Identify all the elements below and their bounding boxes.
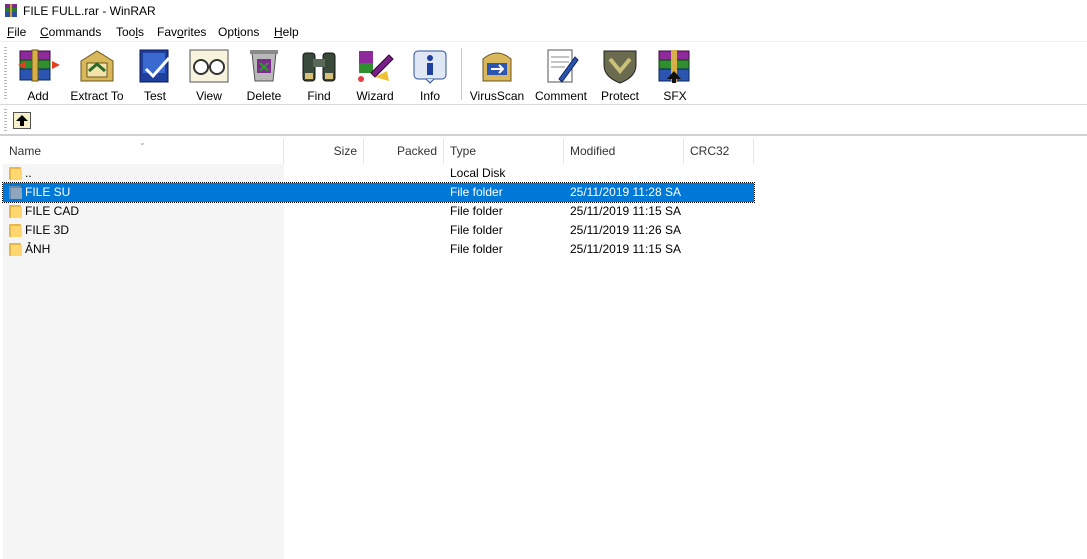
file-row-selected[interactable]: FILE SU File folder 25/11/2019 11:28 SA <box>2 182 755 203</box>
menu-favorites[interactable]: Favorites <box>156 25 207 39</box>
info-icon <box>413 50 447 84</box>
file-type: File folder <box>450 185 503 199</box>
test-label: Test <box>143 89 166 103</box>
file-name: .. <box>25 166 32 180</box>
extract-to-button[interactable]: Extract To <box>68 47 126 103</box>
add-archive-icon <box>18 49 60 82</box>
column-name[interactable]: Name <box>3 139 284 164</box>
protect-button[interactable]: Protect <box>598 47 642 103</box>
wizard-button[interactable]: Wizard <box>353 47 397 103</box>
info-button[interactable]: Info <box>408 47 452 103</box>
add-label: Add <box>27 89 49 103</box>
menu-commands[interactable]: Commands <box>39 25 102 39</box>
winrar-app-icon[interactable] <box>3 3 19 19</box>
file-modified: 25/11/2019 11:28 SA <box>570 185 681 199</box>
comment-icon <box>547 49 579 83</box>
folder-icon <box>9 204 23 218</box>
binoculars-icon <box>302 52 336 82</box>
test-icon <box>139 49 171 83</box>
column-header: ⌄ Name Size Packed Type Modified CRC32 <box>0 138 1087 164</box>
file-type: File folder <box>450 223 503 237</box>
extract-to-label: Extract To <box>70 89 124 103</box>
file-row[interactable]: FILE 3D File folder 25/11/2019 11:26 SA <box>3 221 754 240</box>
wizard-label: Wizard <box>356 89 394 103</box>
file-row-parent[interactable]: .. Local Disk <box>3 164 754 183</box>
folder-icon <box>9 166 23 180</box>
sfx-label: SFX <box>663 89 687 103</box>
up-one-level-button[interactable] <box>13 112 31 129</box>
toolbar-separator <box>461 48 462 100</box>
toolbar: Add Extract To Test View Delete Find Wiz… <box>0 43 1087 105</box>
menu-file[interactable]: File <box>6 25 27 39</box>
column-packed[interactable]: Packed <box>364 139 444 164</box>
extract-to-icon <box>80 50 114 82</box>
file-name: FILE SU <box>25 185 71 199</box>
file-row[interactable]: ẢNH File folder 25/11/2019 11:15 SA <box>3 240 754 259</box>
column-crc32[interactable]: CRC32 <box>684 139 754 164</box>
file-type: Local Disk <box>450 166 506 180</box>
find-button[interactable]: Find <box>297 47 341 103</box>
folder-icon <box>9 223 23 237</box>
view-icon <box>189 49 229 83</box>
comment-label: Comment <box>534 89 587 103</box>
comment-button[interactable]: Comment <box>532 47 590 103</box>
column-type[interactable]: Type <box>444 139 564 164</box>
toolbar-grip[interactable] <box>4 47 7 101</box>
shield-icon <box>603 50 637 84</box>
add-button[interactable]: Add <box>13 47 63 103</box>
address-bar <box>0 106 1087 136</box>
file-name: FILE 3D <box>25 223 70 237</box>
file-type: File folder <box>450 242 503 256</box>
view-button[interactable]: View <box>187 47 231 103</box>
folder-icon <box>9 242 23 256</box>
title-bar: FILE FULL.rar - WinRAR <box>0 0 1087 22</box>
virusscan-label: VirusScan <box>469 89 525 103</box>
protect-label: Protect <box>600 89 639 103</box>
file-row[interactable]: FILE CAD File folder 25/11/2019 11:15 SA <box>3 202 754 221</box>
menu-tools[interactable]: Tools <box>115 25 145 39</box>
column-modified[interactable]: Modified <box>564 139 684 164</box>
menu-help[interactable]: Help <box>273 25 300 39</box>
wizard-icon <box>358 51 394 82</box>
find-label: Find <box>307 89 331 103</box>
folder-icon <box>9 185 23 199</box>
view-label: View <box>196 89 222 103</box>
up-arrow-icon <box>16 115 28 126</box>
file-name: ẢNH <box>25 242 51 256</box>
window-title: FILE FULL.rar - WinRAR <box>23 4 156 18</box>
sfx-button[interactable]: SFX <box>653 47 697 103</box>
delete-icon <box>250 50 278 82</box>
delete-button[interactable]: Delete <box>242 47 286 103</box>
info-label: Info <box>419 89 440 103</box>
file-modified: 25/11/2019 11:15 SA <box>570 204 681 218</box>
file-list[interactable]: ⌄ Name Size Packed Type Modified CRC32 .… <box>0 138 1087 559</box>
column-size[interactable]: Size <box>284 139 364 164</box>
delete-label: Delete <box>246 89 282 103</box>
file-modified: 25/11/2019 11:26 SA <box>570 223 681 237</box>
menu-bar: File Commands Tools Favorites Options He… <box>0 22 1087 42</box>
file-name: FILE CAD <box>25 204 80 218</box>
test-button[interactable]: Test <box>133 47 177 103</box>
virusscan-icon <box>482 52 512 82</box>
menu-options[interactable]: Options <box>217 25 260 39</box>
virusscan-button[interactable]: VirusScan <box>468 47 526 103</box>
address-bar-grip[interactable] <box>4 109 7 133</box>
sfx-icon <box>658 50 690 83</box>
file-type: File folder <box>450 204 503 218</box>
file-modified: 25/11/2019 11:15 SA <box>570 242 681 256</box>
